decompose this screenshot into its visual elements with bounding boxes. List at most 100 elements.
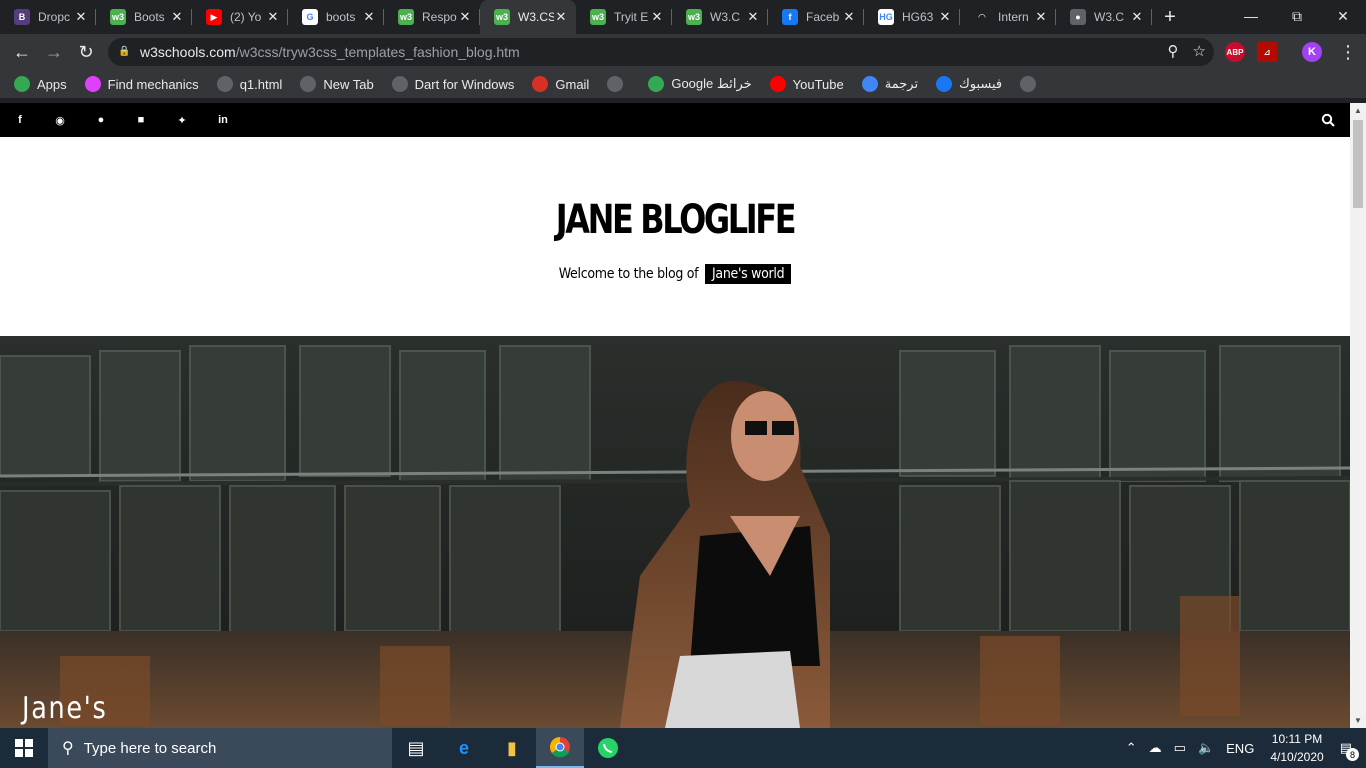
browser-tab[interactable]: Gboots ✕ [288, 0, 384, 34]
bookmark-item[interactable]: Dart for Windows [391, 76, 515, 92]
close-tab-icon[interactable]: ✕ [266, 9, 280, 25]
browser-tab[interactable]: w3 Respo ✕ [384, 0, 480, 34]
adblock-plus-icon[interactable]: ABP [1225, 42, 1245, 62]
reload-button[interactable]: ↻ [70, 36, 102, 68]
close-tab-icon[interactable]: ✕ [74, 9, 88, 25]
bookmark-item[interactable]: Google خرائط [648, 76, 752, 92]
onedrive-cloud-icon[interactable]: ☁ [1149, 740, 1162, 756]
instagram-icon[interactable]: ◉ [52, 112, 68, 128]
bookmark-label: ترجمة [884, 76, 919, 91]
apps-grid-icon [14, 76, 30, 92]
browser-tab[interactable]: B Dropc ✕ [0, 0, 96, 34]
browser-tab[interactable]: w3 W3.C ✕ [672, 0, 768, 34]
search-icon[interactable] [1320, 112, 1336, 128]
back-button[interactable]: ← [6, 36, 38, 68]
snapchat-icon[interactable]: ● [93, 112, 109, 128]
clock-time: 10:11 PM [1271, 732, 1323, 746]
battery-icon[interactable]: ▭ [1174, 740, 1186, 756]
bookmark-item[interactable]: فيسبوك [936, 76, 1002, 92]
bookmark-item[interactable] [607, 76, 630, 92]
file-explorer-icon[interactable]: ▮ [488, 728, 536, 768]
mechanics-icon [84, 76, 101, 92]
task-view-icon[interactable]: ▤ [392, 728, 440, 768]
notifications-icon[interactable]: ▤ 8 [1340, 740, 1359, 761]
bookmark-star-icon[interactable]: ☆ [1193, 42, 1206, 60]
close-tab-icon[interactable]: ✕ [458, 9, 472, 25]
close-tab-icon[interactable]: ✕ [650, 9, 664, 25]
close-tab-icon[interactable]: ✕ [746, 9, 760, 25]
browser-tab[interactable]: HG HG63 ✕ [864, 0, 960, 34]
browser-toolbar: ← → ↻ 🔒 w3schools.com/w3css/tryw3css_tem… [0, 34, 1366, 70]
taskbar-search-box[interactable]: ⚲ Type here to search [48, 728, 392, 768]
close-tab-icon[interactable]: ✕ [938, 9, 952, 25]
linkedin-icon[interactable]: in [215, 112, 231, 128]
forward-button[interactable]: → [38, 36, 70, 68]
bookmark-item[interactable]: YouTube [769, 76, 844, 92]
bookmark-label: فيسبوك [959, 76, 1003, 91]
chrome-icon[interactable] [536, 728, 584, 768]
volume-icon[interactable]: 🔈 [1198, 740, 1214, 756]
bookmark-item[interactable]: Apps [14, 76, 67, 92]
address-bar[interactable]: 🔒 w3schools.com/w3css/tryw3css_templates… [108, 38, 1214, 66]
window-controls: — ⧉ ✕ [1228, 0, 1366, 32]
scrollbar-thumb[interactable] [1353, 120, 1363, 208]
browser-tab[interactable]: ▶ (2) Yo ✕ [192, 0, 288, 34]
browser-tab[interactable]: ◠ Intern ✕ [960, 0, 1056, 34]
zoom-icon[interactable]: ⚲ [1168, 42, 1179, 60]
maximize-button[interactable]: ⧉ [1274, 0, 1320, 32]
gmail-icon [532, 76, 549, 92]
clock[interactable]: 10:11 PM 4/10/2020 [1270, 730, 1323, 766]
blog-tagline: Welcome to the blog of Jane's world [0, 264, 1350, 284]
browser-tab[interactable]: w3 Tryit E ✕ [576, 0, 672, 34]
start-button[interactable] [0, 728, 48, 768]
pdf-icon[interactable]: ⊿ [1257, 42, 1277, 62]
bookmark-item[interactable]: Find mechanics [84, 76, 199, 92]
page-scrollbar[interactable]: ▲ ▼ [1350, 103, 1366, 728]
bookmark-label: Dart for Windows [414, 76, 515, 92]
bookmark-item[interactable]: New Tab [300, 76, 374, 92]
tab-title: Dropc [38, 10, 71, 24]
bookmark-item[interactable]: Gmail [532, 76, 589, 92]
scroll-down-arrow-icon[interactable]: ▼ [1354, 716, 1362, 725]
close-tab-icon[interactable]: ✕ [1130, 9, 1144, 25]
profile-avatar[interactable]: K [1302, 42, 1322, 62]
tagline-highlight: Jane's world [705, 264, 792, 284]
edge-icon[interactable]: e [440, 728, 488, 768]
new-tab-button[interactable]: + [1152, 0, 1188, 34]
whatsapp-icon[interactable] [584, 728, 632, 768]
browser-tab[interactable]: f Faceb ✕ [768, 0, 864, 34]
minimize-button[interactable]: — [1228, 0, 1274, 32]
globe-icon [607, 76, 624, 92]
facebook-icon [936, 76, 953, 92]
bookmark-label: YouTube [792, 76, 844, 92]
youtube-icon: ▶ [206, 9, 222, 25]
flickr-icon[interactable]: ■ [133, 112, 149, 128]
bookmark-item[interactable] [1020, 76, 1043, 92]
globe-icon [300, 76, 317, 92]
bookmark-item[interactable]: ترجمة [861, 76, 919, 92]
globe-icon [1020, 76, 1037, 92]
browser-tab[interactable]: w3 W3.CS ✕ [480, 0, 576, 34]
close-tab-icon[interactable]: ✕ [170, 9, 184, 25]
taskbar-search-placeholder: Type here to search [83, 739, 217, 757]
tab-strip: B Dropc ✕ w3 Boots ✕ ▶ (2) Yo ✕ Gboots ✕ w3 Respo ✕ w3… [0, 0, 1366, 34]
scroll-up-arrow-icon[interactable]: ▲ [1354, 106, 1362, 115]
close-window-button[interactable]: ✕ [1320, 0, 1366, 32]
close-tab-icon[interactable]: ✕ [554, 9, 568, 25]
browser-tab[interactable]: ● W3.C ✕ [1056, 0, 1152, 34]
browser-tab[interactable]: w3 Boots ✕ [96, 0, 192, 34]
menu-kebab-icon[interactable]: ⋮ [1332, 36, 1364, 68]
blog-title: JANE BLOGLIFE [555, 197, 797, 243]
google-icon: G [302, 9, 318, 25]
close-tab-icon[interactable]: ✕ [1034, 9, 1048, 25]
facebook-icon[interactable]: f [12, 112, 28, 128]
bookmark-item[interactable]: q1.html [216, 76, 282, 92]
close-tab-icon[interactable]: ✕ [842, 9, 856, 25]
tab-title: Faceb [806, 10, 840, 24]
close-tab-icon[interactable]: ✕ [362, 9, 376, 25]
twitter-icon[interactable]: ✦ [174, 112, 190, 128]
tab-title: Tryit E [614, 10, 649, 24]
language-indicator[interactable]: ENG [1226, 741, 1254, 756]
chevron-up-icon[interactable]: ⌃ [1126, 740, 1137, 756]
hero-photo [0, 336, 1350, 728]
